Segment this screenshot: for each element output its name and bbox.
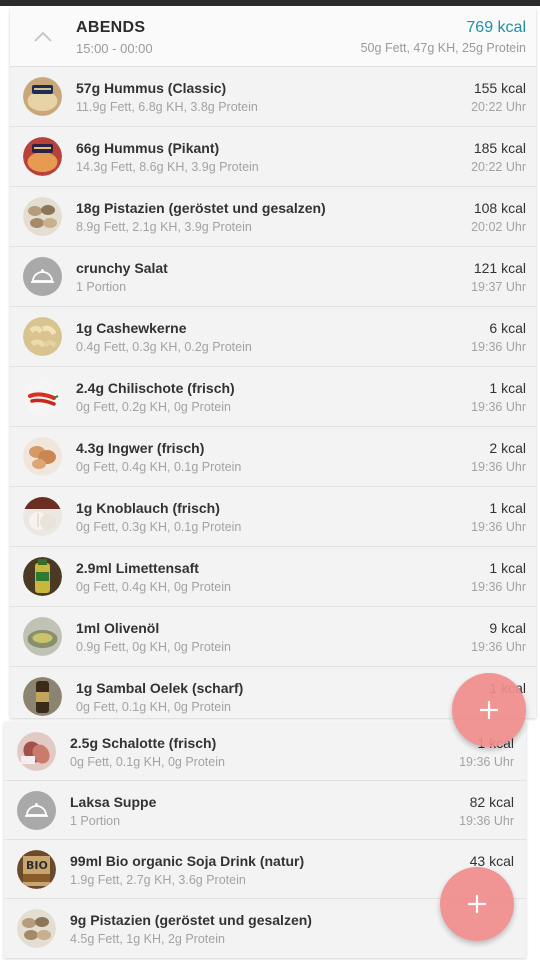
food-entry-row[interactable]: 4.3g Ingwer (frisch) 0g Fett, 0.4g KH, 0… [10, 427, 536, 487]
food-macros: 0.9g Fett, 0g KH, 0g Protein [76, 640, 231, 654]
food-entry-row[interactable]: crunchy Salat 1 Portion 121 kcal 19:37 U… [10, 247, 536, 307]
food-entry-row[interactable]: 57g Hummus (Classic) 11.9g Fett, 6.8g KH… [10, 67, 536, 127]
food-name: 1g Knoblauch (frisch) [76, 500, 220, 516]
food-time: 20:02 Uhr [471, 220, 526, 234]
meal-title: ABENDS [76, 19, 146, 36]
food-kcal: 6 kcal [489, 320, 526, 336]
food-name: 4.3g Ingwer (frisch) [76, 440, 205, 456]
food-name: 18g Pistazien (geröstet und gesalzen) [76, 200, 326, 216]
ginger-icon [23, 437, 62, 476]
food-time: 19:36 Uhr [471, 520, 526, 534]
food-time: 20:22 Uhr [471, 100, 526, 114]
chili-icon [23, 377, 62, 416]
food-entry-row[interactable]: 1ml Olivenöl 0.9g Fett, 0g KH, 0g Protei… [10, 607, 536, 667]
food-kcal: 121 kcal [473, 260, 526, 276]
food-name: crunchy Salat [76, 260, 168, 276]
food-name: 1g Sambal Oelek (scharf) [76, 680, 244, 696]
food-name: 2.9ml Limettensaft [76, 560, 199, 576]
food-entry-row[interactable]: 18g Pistazien (geröstet und gesalzen) 8.… [10, 187, 536, 247]
food-kcal: 1 kcal [489, 560, 526, 576]
food-kcal: 82 kcal [469, 794, 514, 810]
add-food-button[interactable] [452, 673, 526, 747]
meal-macros: 50g Fett, 47g KH, 25g Protein [360, 41, 526, 55]
meal-card-abends: ABENDS 15:00 - 00:00 769 kcal 50g Fett, … [10, 8, 536, 718]
food-name: 66g Hummus (Pikant) [76, 140, 220, 156]
chevron-up-icon[interactable] [32, 26, 54, 48]
meal-total-kcal: 769 kcal [466, 19, 526, 36]
food-time: 19:36 Uhr [471, 400, 526, 414]
food-name: 2.5g Schalotte (frisch) [70, 735, 217, 751]
soy-drink-icon: BIO [17, 850, 56, 889]
add-food-button[interactable] [440, 867, 514, 941]
plus-icon [480, 701, 498, 719]
food-entry-row[interactable]: 2.9ml Limettensaft 0g Fett, 0.4g KH, 0g … [10, 547, 536, 607]
food-macros: 11.9g Fett, 6.8g KH, 3.8g Protein [76, 100, 258, 114]
food-time: 19:37 Uhr [471, 280, 526, 294]
food-macros: 14.3g Fett, 8.6g KH, 3.9g Protein [76, 160, 259, 174]
food-kcal: 185 kcal [473, 140, 526, 156]
food-macros: 0g Fett, 0.2g KH, 0g Protein [76, 400, 231, 414]
hummus-pikant-icon [23, 137, 62, 176]
sambal-jar-icon [23, 677, 62, 716]
food-macros: 0g Fett, 0.4g KH, 0g Protein [76, 580, 231, 594]
food-name: 2.4g Chilischote (frisch) [76, 380, 235, 396]
food-time: 19:36 Uhr [459, 814, 514, 828]
food-entry-row[interactable]: 1g Cashewkerne 0.4g Fett, 0.3g KH, 0.2g … [10, 307, 536, 367]
food-name: 57g Hummus (Classic) [76, 80, 227, 96]
pistachio-icon [17, 909, 56, 948]
food-time: 19:36 Uhr [471, 640, 526, 654]
svg-text:BIO: BIO [26, 859, 48, 872]
lime-juice-icon [23, 557, 62, 596]
pistachio-icon [23, 197, 62, 236]
food-macros: 1 Portion [70, 814, 121, 828]
food-name: Laksa Suppe [70, 794, 157, 810]
garlic-icon [23, 497, 62, 536]
food-time: 19:36 Uhr [471, 460, 526, 474]
food-name: 9g Pistazien (geröstet und gesalzen) [70, 912, 312, 928]
shallot-icon [17, 732, 56, 771]
cloche-icon [17, 791, 56, 830]
food-entry-row[interactable]: 66g Hummus (Pikant) 14.3g Fett, 8.6g KH,… [10, 127, 536, 187]
food-name: 1g Cashewkerne [76, 320, 187, 336]
food-macros: 0.4g Fett, 0.3g KH, 0.2g Protein [76, 340, 252, 354]
food-macros: 0g Fett, 0.4g KH, 0.1g Protein [76, 460, 242, 474]
food-macros: 1 Portion [76, 280, 127, 294]
food-kcal: 1 kcal [489, 500, 526, 516]
food-entry-row[interactable]: 1g Knoblauch (frisch) 0g Fett, 0.3g KH, … [10, 487, 536, 547]
food-entry-row[interactable]: Laksa Suppe 1 Portion 82 kcal 19:36 Uhr [4, 781, 526, 840]
status-strip [0, 0, 540, 6]
food-entry-row[interactable]: 2.4g Chilischote (frisch) 0g Fett, 0.2g … [10, 367, 536, 427]
food-time: 19:36 Uhr [471, 340, 526, 354]
food-time: 20:22 Uhr [471, 160, 526, 174]
meal-time-range: 15:00 - 00:00 [76, 41, 153, 56]
cloche-icon [23, 257, 62, 296]
food-macros: 4.5g Fett, 1g KH, 2g Protein [70, 932, 225, 946]
food-macros: 0g Fett, 0.1g KH, 0g Protein [76, 700, 231, 714]
food-time: 19:36 Uhr [471, 580, 526, 594]
food-kcal: 9 kcal [489, 620, 526, 636]
olive-oil-icon [23, 617, 62, 656]
food-macros: 0g Fett, 0.1g KH, 0g Protein [70, 755, 225, 769]
food-name: 1ml Olivenöl [76, 620, 160, 636]
food-macros: 8.9g Fett, 2.1g KH, 3.9g Protein [76, 220, 252, 234]
food-macros: 0g Fett, 0.3g KH, 0.1g Protein [76, 520, 242, 534]
cashew-icon [23, 317, 62, 356]
hummus-classic-icon [23, 77, 62, 116]
meal-header[interactable]: ABENDS 15:00 - 00:00 769 kcal 50g Fett, … [10, 8, 536, 67]
food-time: 19:36 Uhr [459, 755, 514, 769]
food-name: 99ml Bio organic Soja Drink (natur) [70, 853, 305, 869]
food-kcal: 155 kcal [473, 80, 526, 96]
food-entry-row[interactable]: 2.5g Schalotte (frisch) 0g Fett, 0.1g KH… [4, 722, 526, 781]
plus-icon [468, 895, 486, 913]
food-macros: 1.9g Fett, 2.7g KH, 3.6g Protein [70, 873, 246, 887]
food-kcal: 2 kcal [489, 440, 526, 456]
food-kcal: 1 kcal [489, 380, 526, 396]
food-kcal: 108 kcal [473, 200, 526, 216]
